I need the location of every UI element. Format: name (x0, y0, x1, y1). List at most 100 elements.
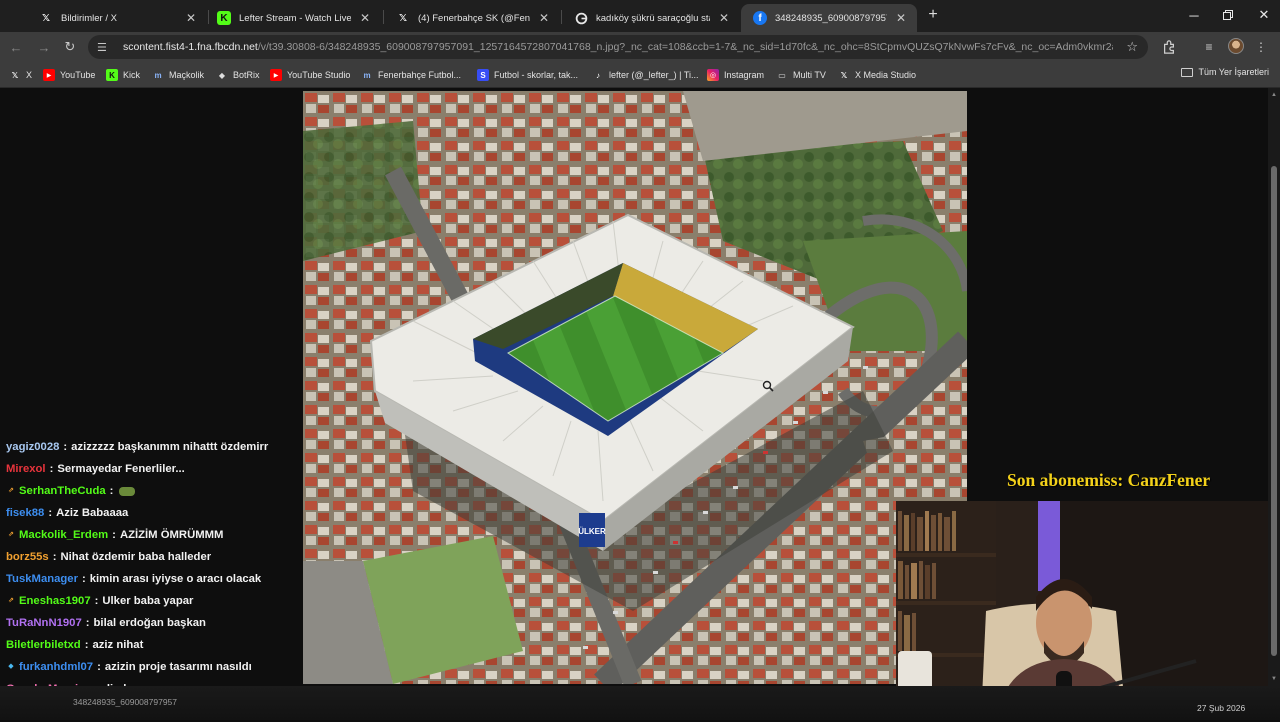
chat-text: Ulker baba yapar (102, 595, 194, 607)
menu-kebab-icon[interactable]: ⋮ (1252, 38, 1270, 56)
profile-avatar[interactable] (1228, 38, 1244, 54)
scrollbar-thumb[interactable] (1271, 166, 1277, 656)
chat-text: kimin arası iyiyse o aracı olacak (89, 573, 262, 585)
chat-username[interactable]: Biletlerbiletxd (6, 634, 81, 656)
site-info-icon[interactable]: ☰ (97, 41, 113, 54)
page-scrollbar[interactable]: ▲ ▼ (1268, 88, 1280, 688)
address-url[interactable]: scontent.fist4-1.fna.fbcdn.net/v/t39.308… (123, 41, 1113, 53)
bookmark-botrix[interactable]: ◆ BotRix (216, 67, 260, 83)
tab-image-active[interactable]: f 348248935_609008797957091 ✕ (741, 4, 917, 32)
chat-separator: : (112, 529, 116, 541)
chat-message: ⇗ SerhanTheCuda: (0, 480, 300, 502)
close-icon[interactable]: ✕ (357, 10, 373, 26)
bookmark-star-icon[interactable]: ☆ (1126, 39, 1138, 55)
scroll-up-icon[interactable]: ▲ (1270, 92, 1278, 98)
tab-fenerbahce-x[interactable]: 𝕏 (4) Fenerbahçe SK (@Fenerbahçe ✕ (384, 4, 560, 32)
chat-message: ⇗ Eneshas1907: Ulker baba yapar (0, 590, 300, 612)
bookmark-fenerbahce-futbol[interactable]: m Fenerbahçe Futbol... (361, 67, 461, 83)
chat-username[interactable]: Mackolik_Erdem (19, 524, 108, 546)
kick-logo-icon: K (106, 69, 118, 81)
chat-username[interactable]: TuRaNnN1907 (6, 612, 82, 634)
bookmark-instagram[interactable]: ◎ Instagram (707, 67, 764, 83)
scroll-down-icon[interactable]: ▼ (1270, 676, 1278, 682)
bookmarks-bar: 𝕏X ▶ YouTube K Kick m Maçkolik ◆ BotRix ▶ You… (0, 62, 1280, 88)
x-logo-icon: 𝕏 (840, 70, 848, 80)
chat-separator: : (84, 639, 89, 651)
minimize-icon[interactable]: ─ (1176, 0, 1212, 30)
media-controls-icon[interactable]: ≡ (1200, 38, 1218, 56)
taskbar-file-label: 348248935_609008797957 (73, 697, 178, 707)
tab-title: 348248935_609008797957091 (775, 12, 887, 24)
chat-text: azizin proje tasarımı nasıldı (104, 661, 252, 673)
botrix-logo-icon: ◆ (218, 70, 226, 80)
back-arrow-icon[interactable]: ← (6, 37, 26, 57)
chat-message: yagiz0028: azizzzzz başkanımm nihattt özd… (0, 436, 300, 458)
close-icon[interactable]: ✕ (183, 10, 199, 26)
tiktok-logo-icon: ♪ (596, 70, 600, 80)
chat-username[interactable]: SerhanTheCuda (19, 480, 106, 502)
stadium-aerial-image[interactable]: ÜLKER (303, 91, 967, 684)
chat-username[interactable]: Mirexol (6, 458, 46, 480)
subscriber-badge-icon: ⇗ (8, 531, 14, 538)
bookmark-x-media-studio[interactable]: 𝕏X Media Studio (838, 67, 916, 83)
tab-strip: 𝕏 Bildirimler / X ✕ K Lefter Stream - Wa… (0, 0, 1280, 32)
chat-separator: : (94, 595, 99, 607)
emote-icon (119, 486, 136, 496)
chat-text: Sermayedar Fenerliler... (57, 463, 185, 475)
bookmark-youtube[interactable]: ▶ YouTube (43, 67, 95, 83)
multitv-logo-icon: ▭ (778, 70, 786, 80)
youtube-logo-icon: ▶ (270, 69, 282, 81)
restore-icon[interactable] (1210, 0, 1246, 30)
tab-notifications[interactable]: 𝕏 Bildirimler / X ✕ (27, 4, 207, 32)
gem-badge-icon: ◆ (8, 663, 14, 670)
chat-username[interactable]: Eneshas1907 (19, 590, 91, 612)
chat-username[interactable]: borz55s (6, 546, 49, 568)
window-close-icon[interactable]: ✕ (1246, 0, 1280, 30)
extensions-puzzle-icon[interactable] (1160, 38, 1178, 56)
chat-text: AZİZİM ÖMRÜMMM (119, 529, 224, 541)
bookmark-tiktok[interactable]: ♪ lefter (@_lefter_) | Ti... (592, 67, 699, 83)
chat-username[interactable]: fisek88 (6, 502, 44, 524)
tab-lefter-stream[interactable]: K Lefter Stream - Watch Live on K ✕ (205, 4, 381, 32)
new-tab-plus-icon[interactable]: + (924, 6, 942, 24)
taskbar: 348248935_609008797957 27 Şub 2026 (0, 686, 1280, 720)
sofascore-logo-icon: S (477, 69, 489, 81)
tab-title: kadıköy şükrü saraçoğlu stadyu (596, 12, 710, 24)
bookmark-mackolik[interactable]: m Maçkolik (152, 67, 204, 83)
chat-username[interactable]: yagiz0028 (6, 436, 59, 458)
chat-separator: : (49, 463, 54, 475)
subscriber-badge-icon: ⇗ (8, 487, 14, 494)
subscriber-badge-icon: ⇗ (8, 597, 14, 604)
chat-text: Nihat özdemir baba halleder (60, 551, 212, 563)
chat-text: azizzzzz başkanımm nihattt özdemirr (71, 441, 269, 453)
chat-separator: : (48, 507, 53, 519)
bookmark-kick[interactable]: K Kick (106, 67, 140, 83)
close-icon[interactable]: ✕ (716, 10, 732, 26)
chat-message: TuRaNnN1907: bilal erdoğan başkan (0, 612, 300, 634)
reload-icon[interactable]: ↻ (60, 37, 80, 57)
bookmark-youtube-studio[interactable]: ▶ YouTube Studio (270, 67, 350, 83)
chat-message: ◆ furkanhdml07: azizin proje tasarımı nası… (0, 656, 300, 678)
close-icon[interactable]: ✕ (536, 10, 552, 26)
address-bar[interactable]: ☰ scontent.fist4-1.fna.fbcdn.net/v/t39.3… (88, 35, 1148, 59)
forward-arrow-icon[interactable]: → (34, 37, 54, 57)
chat-username[interactable]: furkanhdml07 (19, 656, 93, 678)
chat-username[interactable]: TuskManager (6, 568, 78, 590)
chat-message: Mirexol: Sermayedar Fenerliler... (0, 458, 300, 480)
chat-message: borz55s: Nihat özdemir baba halleder (0, 546, 300, 568)
bookmark-x[interactable]: 𝕏X (9, 67, 32, 83)
bookmark-multi-tv[interactable]: ▭ Multi TV (776, 67, 826, 83)
bookmark-futbol-skorlar[interactable]: S Futbol - skorlar, tak... (477, 67, 578, 83)
facebook-logo-icon: f (753, 11, 767, 25)
all-bookmarks[interactable]: Tüm Yer İşaretleri (1181, 67, 1269, 77)
youtube-logo-icon: ▶ (43, 69, 55, 81)
chat-message: Biletlerbiletxd: aziz nihat (0, 634, 300, 656)
chat-text: bilal erdoğan başkan (93, 617, 206, 629)
tab-google-search[interactable]: kadıköy şükrü saraçoğlu stadyu ✕ (562, 4, 740, 32)
stream-chat: yagiz0028: azizzzzz başkanımm nihattt özd… (0, 436, 300, 722)
tab-title: (4) Fenerbahçe SK (@Fenerbahçe (418, 12, 530, 24)
chat-separator: : (109, 485, 114, 497)
close-icon[interactable]: ✕ (893, 10, 909, 26)
mackolik-logo-icon: m (363, 70, 371, 80)
chat-message: ⇗ Mackolik_Erdem: AZİZİM ÖMRÜMMM (0, 524, 300, 546)
